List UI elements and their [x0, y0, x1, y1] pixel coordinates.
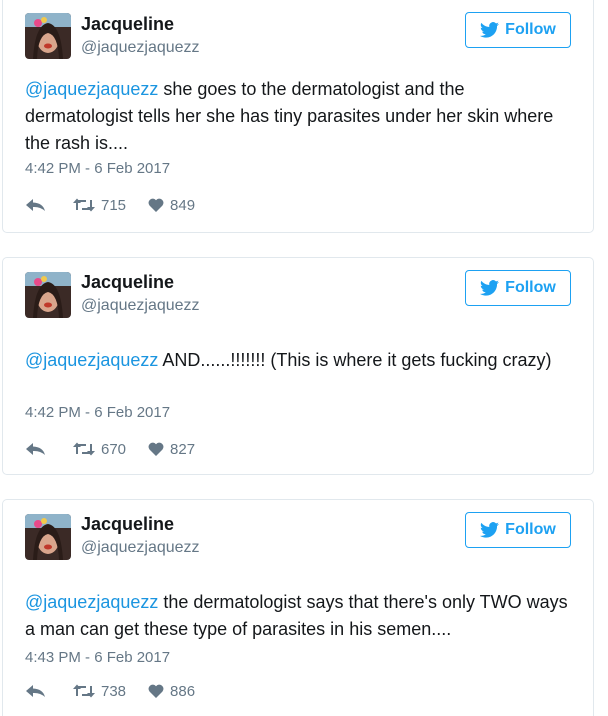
reply-icon — [26, 685, 45, 697]
follow-label: Follow — [505, 279, 556, 296]
twitter-bird-icon — [480, 22, 500, 38]
twitter-bird-icon — [480, 280, 500, 296]
avatar[interactable] — [25, 514, 71, 560]
retweet-icon — [73, 198, 95, 212]
follow-button[interactable]: Follow — [465, 270, 571, 306]
retweet-button[interactable]: 670 — [73, 441, 148, 458]
reply-button[interactable] — [25, 441, 73, 457]
follow-label: Follow — [505, 21, 556, 38]
mention-link[interactable]: @jaquezjaquezz — [25, 592, 158, 612]
like-count: 849 — [170, 196, 196, 214]
author-handle[interactable]: @jaquezjaquezz — [81, 297, 200, 315]
retweet-count: 715 — [101, 196, 127, 214]
reply-button[interactable] — [25, 197, 73, 213]
retweet-button[interactable]: 738 — [73, 683, 148, 700]
like-button[interactable]: 849 — [148, 197, 195, 214]
tweet-text: @jaquezjaquezz AND......!!!!!!! (This is… — [25, 347, 570, 374]
reply-icon — [26, 443, 45, 455]
like-button[interactable]: 886 — [148, 683, 195, 700]
follow-label: Follow — [505, 521, 556, 538]
timestamp[interactable]: 4:43 PM - 6 Feb 2017 — [25, 649, 170, 666]
mention-link[interactable]: @jaquezjaquezz — [25, 350, 158, 370]
tweet-card: Jacqueline @jaquezjaquezz Follow @jaquez… — [2, 257, 594, 475]
mention-link[interactable]: @jaquezjaquezz — [25, 79, 158, 99]
like-count: 886 — [170, 682, 196, 700]
author-name[interactable]: Jacqueline — [81, 272, 174, 293]
reply-icon — [26, 199, 45, 211]
tweet-text: @jaquezjaquezz the dermatologist says th… — [25, 589, 570, 643]
retweet-icon — [73, 684, 95, 698]
retweet-count: 738 — [101, 682, 127, 700]
tweet-body: AND......!!!!!!! (This is where it gets … — [158, 350, 552, 370]
timestamp[interactable]: 4:42 PM - 6 Feb 2017 — [25, 404, 170, 421]
tweet-card: Jacqueline @jaquezjaquezz Follow @jaquez… — [2, 0, 594, 233]
author-handle[interactable]: @jaquezjaquezz — [81, 39, 200, 57]
follow-button[interactable]: Follow — [465, 12, 571, 48]
timestamp[interactable]: 4:42 PM - 6 Feb 2017 — [25, 160, 170, 177]
retweet-button[interactable]: 715 — [73, 197, 148, 214]
author-name[interactable]: Jacqueline — [81, 514, 174, 535]
twitter-bird-icon — [480, 522, 500, 538]
follow-button[interactable]: Follow — [465, 512, 571, 548]
tweet-actions: 738 886 — [25, 681, 195, 701]
reply-button[interactable] — [25, 683, 73, 699]
author-name[interactable]: Jacqueline — [81, 14, 174, 35]
heart-icon — [148, 198, 164, 212]
tweet-text: @jaquezjaquezz she goes to the dermatolo… — [25, 76, 570, 157]
tweet-actions: 670 827 — [25, 439, 195, 459]
like-button[interactable]: 827 — [148, 441, 195, 458]
tweet-card: Jacqueline @jaquezjaquezz Follow @jaquez… — [2, 499, 594, 716]
avatar[interactable] — [25, 13, 71, 59]
tweet-actions: 715 849 — [25, 195, 195, 215]
retweet-icon — [73, 442, 95, 456]
heart-icon — [148, 684, 164, 698]
avatar[interactable] — [25, 272, 71, 318]
author-handle[interactable]: @jaquezjaquezz — [81, 539, 200, 557]
heart-icon — [148, 442, 164, 456]
like-count: 827 — [170, 440, 196, 458]
retweet-count: 670 — [101, 440, 127, 458]
